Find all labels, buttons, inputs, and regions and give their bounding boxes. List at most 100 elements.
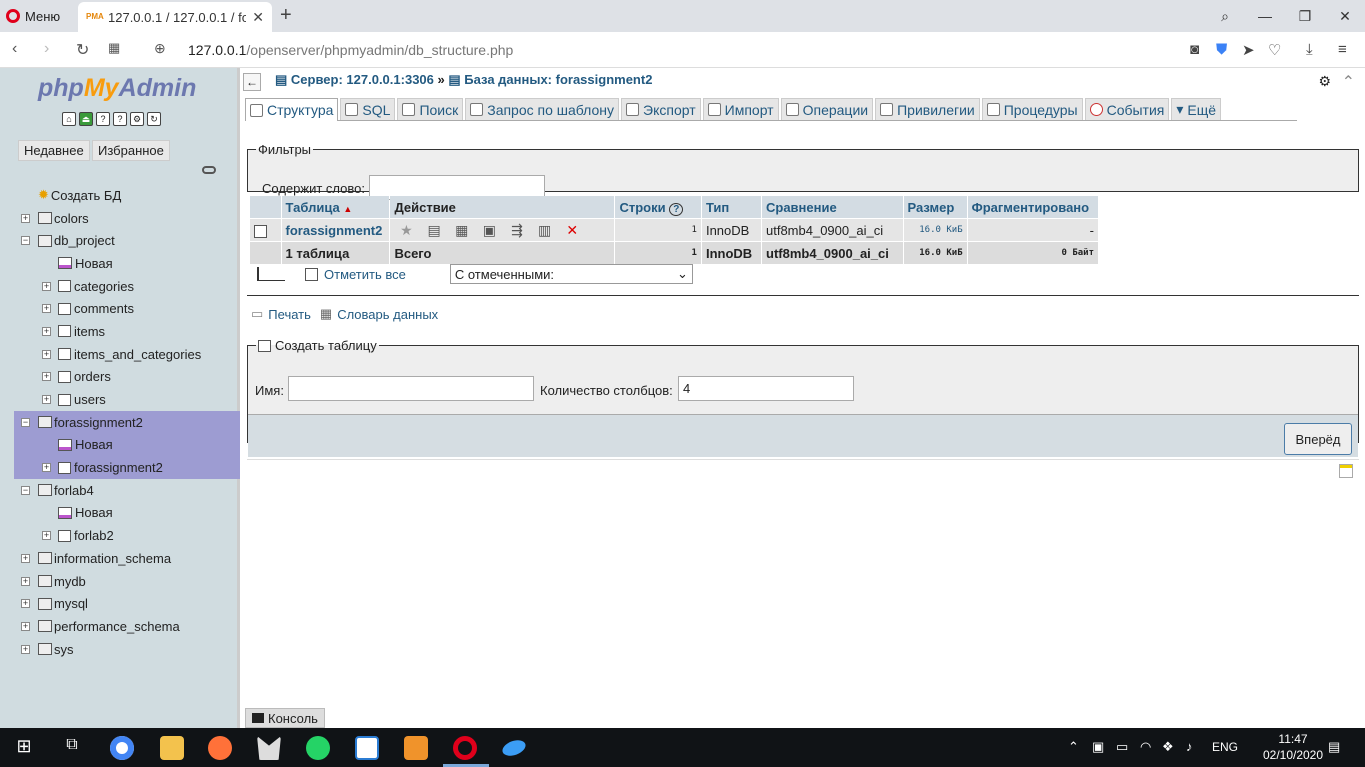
collapse-icon[interactable]: − [21,236,30,246]
shield-icon[interactable]: ⛊ [1216,41,1227,58]
expand-icon[interactable]: + [42,326,51,336]
drop-table-icon[interactable]: ✕ [560,222,584,239]
phpmyadmin-logo[interactable]: phpMyAdmin [38,74,196,103]
help-icon[interactable]: ? [669,202,684,216]
row-checkbox[interactable] [254,224,267,238]
settings-icon[interactable]: ⚙ [130,112,144,126]
check-all-label[interactable]: Отметить все [324,267,406,282]
breadcrumb-database[interactable]: База данных: forassignment2 [464,72,652,87]
forward-icon[interactable]: › [44,40,49,58]
whatsapp-icon[interactable] [306,736,330,760]
expand-icon[interactable]: + [42,304,51,314]
back-icon[interactable]: ‹ [12,40,17,58]
clock[interactable]: 11:47 02/10/2020 [1262,731,1324,763]
tree-db-db-project[interactable]: − db_project [14,229,240,252]
data-dictionary-link[interactable]: Словарь данных [337,307,438,322]
tree-table-orders[interactable]: + orders [14,366,240,389]
header-collation[interactable]: Сравнение [762,196,903,218]
expand-icon[interactable]: + [42,395,51,405]
tree-table-items-and-categories[interactable]: + items_and_categories [14,343,240,366]
windows-start-icon[interactable]: ⊞ [12,736,36,760]
expand-icon[interactable]: + [42,281,51,291]
tree-db-colors[interactable]: + colors [14,207,240,230]
table-name-input[interactable] [288,376,534,401]
header-table[interactable]: Таблица ▲ [281,196,390,218]
expand-icon[interactable]: + [21,553,30,563]
fox-app-icon[interactable] [257,736,281,760]
tree-table-forlab2[interactable]: + forlab2 [14,524,240,547]
expand-icon[interactable]: + [42,463,51,473]
expand-icon[interactable]: + [21,599,30,609]
easy-setup-icon[interactable]: ≡ [1338,41,1347,58]
language-indicator[interactable]: ENG [1212,740,1238,754]
collapse-icon[interactable]: − [21,417,30,427]
notifications-icon[interactable]: ▤ [1328,739,1340,755]
minimize-icon[interactable]: — [1245,0,1285,32]
tab-import[interactable]: Импорт [702,98,779,120]
search-tabs-icon[interactable]: ⌕ [1205,0,1245,32]
expand-icon[interactable]: + [21,576,30,586]
expand-icon[interactable]: + [42,349,51,359]
print-link[interactable]: Печать [268,307,311,322]
tab-export[interactable]: Экспорт [621,98,701,120]
tab-more[interactable]: ▾ Ещё [1171,98,1222,120]
collapse-icon[interactable]: − [21,485,30,495]
tab-search[interactable]: Поиск [397,98,464,120]
tab-privileges[interactable]: Привилегии [875,98,980,120]
heart-icon[interactable]: ♡ [1268,41,1281,59]
new-tab-icon[interactable]: + [280,4,292,27]
reload-icon[interactable]: ↻ [76,40,89,60]
browse-icon[interactable]: ▤ [422,222,446,239]
tree-table-users[interactable]: + users [14,388,240,411]
wifi-icon[interactable]: ◠ [1140,739,1151,755]
tree-db-mysql[interactable]: + mysql [14,592,240,615]
reload-nav-icon[interactable]: ↻ [147,112,161,126]
close-window-icon[interactable]: ✕ [1325,0,1365,32]
tab-operations[interactable]: Операции [780,98,874,120]
volume-icon[interactable]: ♪ [1186,739,1193,754]
note-icon[interactable] [1339,464,1353,478]
columns-count-input[interactable]: 4 [678,376,854,401]
tray-app-icon[interactable]: ▣ [1092,739,1104,755]
opera-icon[interactable] [453,736,477,760]
tree-new-table[interactable]: Новая [14,433,240,457]
favorite-star-icon[interactable]: ★ [394,222,418,239]
tab-routines[interactable]: Процедуры [981,98,1083,120]
header-overhead[interactable]: Фрагментировано [967,196,1098,218]
app-icon[interactable] [500,737,528,759]
breadcrumb-server[interactable]: Сервер: 127.0.0.1:3306 [291,72,434,87]
logout-icon[interactable]: ⏏ [79,112,93,126]
tree-db-forlab4[interactable]: − forlab4 [14,479,240,502]
check-all-checkbox[interactable] [305,267,318,281]
tree-db-sys[interactable]: + sys [14,638,240,661]
expand-icon[interactable]: + [21,644,30,654]
tray-up-icon[interactable]: ⌃ [1068,739,1079,755]
collapse-nav-button[interactable]: ← [243,73,261,91]
camera-icon[interactable]: ◙ [1190,41,1199,58]
tree-table-forassignment2[interactable]: + forassignment2 [14,456,240,479]
tab-query[interactable]: Запрос по шаблону [465,98,620,120]
tree-db-information-schema[interactable]: + information_schema [14,547,240,570]
link-with-main-icon[interactable] [202,166,216,174]
home-icon[interactable]: ⌂ [62,112,76,126]
go-button[interactable]: Вперёд [1284,423,1352,455]
structure-icon[interactable]: ▦ [450,222,474,239]
tree-db-forassignment2[interactable]: − forassignment2 [14,410,240,434]
firefox-icon[interactable] [208,736,232,760]
with-selected-select[interactable]: С отмеченными: ⌄ [449,264,693,284]
download-icon[interactable]: ⤓ [1306,41,1313,58]
tree-table-categories[interactable]: + categories [14,275,240,298]
chrome-icon[interactable] [110,736,134,760]
maximize-icon[interactable]: ❐ [1285,0,1325,32]
console-button[interactable]: Консоль [245,708,325,728]
favorites-button[interactable]: Избранное [92,140,170,161]
empty-table-icon[interactable]: ▥ [533,222,557,239]
row-size[interactable]: 16.0 КиБ [903,219,967,241]
url-field[interactable]: 127.0.0.1/openserver/phpmyadmin/db_struc… [188,42,513,58]
tab-structure[interactable]: Структура [245,98,339,121]
task-view-icon[interactable]: ⧉ [60,736,84,760]
expand-icon[interactable]: + [42,531,51,541]
tree-table-items[interactable]: + items [14,320,240,343]
expand-icon[interactable]: + [21,213,30,223]
sublime-text-icon[interactable] [404,736,428,760]
